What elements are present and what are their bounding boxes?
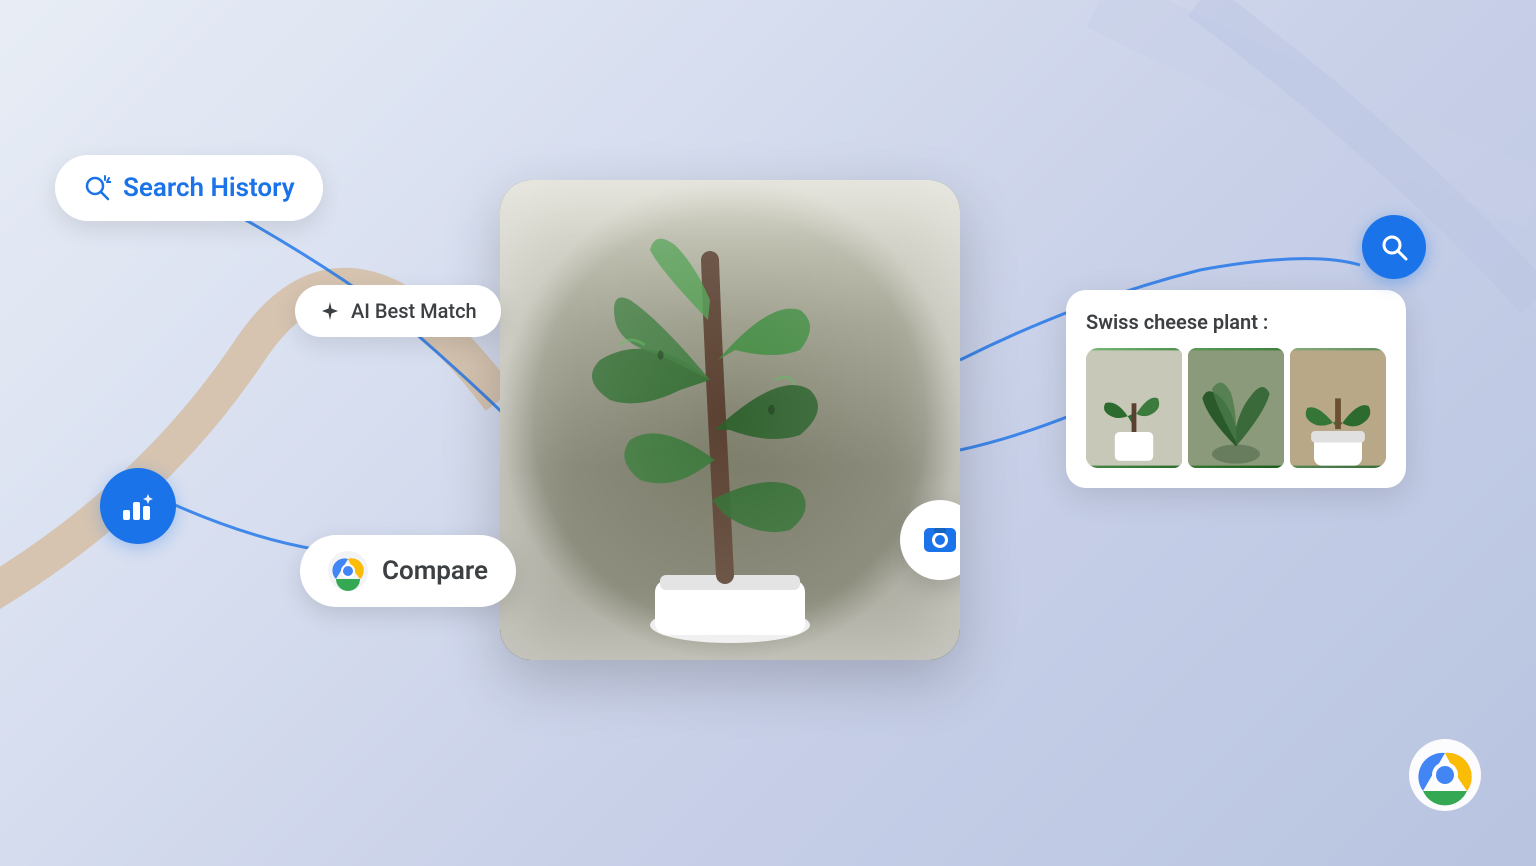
chrome-logo-bottom-right[interactable] bbox=[1409, 739, 1481, 811]
ai-best-match-pill[interactable]: AI Best Match bbox=[295, 285, 501, 337]
ai-best-match-label: AI Best Match bbox=[351, 299, 477, 323]
search-history-label: Search History bbox=[123, 173, 295, 203]
chrome-logo-small bbox=[328, 551, 368, 591]
plant-image bbox=[500, 180, 960, 660]
stats-icon bbox=[118, 486, 158, 526]
ai-star-icon bbox=[319, 300, 341, 322]
search-history-pill[interactable]: Search History bbox=[55, 155, 323, 221]
chrome-icon-large bbox=[1409, 739, 1481, 811]
compare-pill[interactable]: Compare bbox=[300, 535, 516, 607]
search-history-icon bbox=[83, 174, 111, 202]
result-image-3 bbox=[1290, 348, 1386, 468]
result-image-2 bbox=[1188, 348, 1284, 468]
result-card[interactable]: Swiss cheese plant : bbox=[1066, 290, 1406, 488]
compare-label: Compare bbox=[382, 556, 488, 586]
stats-circle-button[interactable] bbox=[100, 468, 176, 544]
search-circle-button[interactable] bbox=[1362, 215, 1426, 279]
result-image-1 bbox=[1086, 348, 1182, 468]
lens-icon bbox=[918, 518, 960, 562]
plant-illustration bbox=[500, 180, 960, 660]
plant-photo bbox=[500, 180, 960, 660]
search-icon bbox=[1379, 232, 1409, 262]
result-card-title: Swiss cheese plant : bbox=[1086, 310, 1386, 334]
result-images bbox=[1086, 348, 1386, 468]
